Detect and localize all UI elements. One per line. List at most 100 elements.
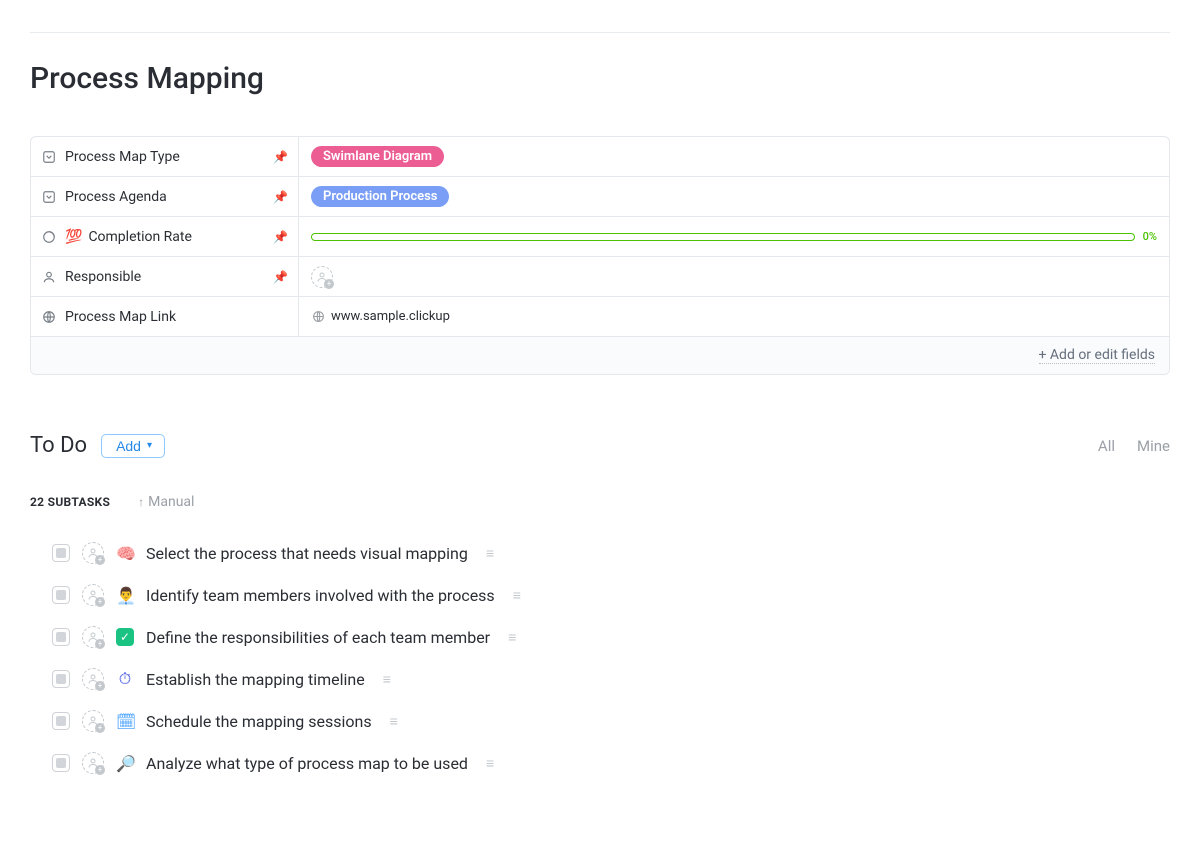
subtask-title[interactable]: Define the responsibilities of each team… bbox=[146, 628, 490, 647]
field-label: Responsible bbox=[65, 269, 141, 285]
checkbox-inner bbox=[56, 632, 66, 642]
subtask-list: + 🧠 Select the process that needs visual m… bbox=[30, 532, 1170, 784]
add-assignee-button[interactable]: + bbox=[82, 626, 104, 648]
task-emoji-icon: 🧠 bbox=[116, 544, 134, 563]
custom-fields-card: Process Map Type 📌 Swimlane Diagram Proc… bbox=[30, 136, 1170, 375]
field-row-completion-rate[interactable]: 💯 Completion Rate 📌 0% bbox=[31, 217, 1169, 257]
checkbox-inner bbox=[56, 758, 66, 768]
subtask-title[interactable]: Schedule the mapping sessions bbox=[146, 712, 372, 731]
add-assignee-button[interactable]: + bbox=[82, 542, 104, 564]
todo-header: To Do Add ▾ All Mine bbox=[30, 433, 1170, 458]
task-emoji-icon: ⏱ bbox=[116, 669, 134, 689]
field-row-process-agenda[interactable]: Process Agenda 📌 Production Process bbox=[31, 177, 1169, 217]
subtask-row[interactable]: + ✓ Define the responsibilities of each te… bbox=[52, 616, 1170, 658]
subtask-row[interactable]: + 👨‍💼 Identify team members involved with … bbox=[52, 574, 1170, 616]
field-label-cell: Responsible 📌 bbox=[31, 257, 299, 296]
add-assignee-button[interactable]: + bbox=[311, 266, 333, 288]
checkbox[interactable] bbox=[52, 628, 70, 646]
tab-mine[interactable]: Mine bbox=[1137, 437, 1170, 455]
tag-process-agenda[interactable]: Production Process bbox=[311, 186, 449, 207]
add-assignee-button[interactable]: + bbox=[82, 584, 104, 606]
add-button[interactable]: Add ▾ bbox=[101, 434, 165, 458]
field-value-cell[interactable]: 0% bbox=[299, 217, 1169, 256]
checkbox[interactable] bbox=[52, 670, 70, 688]
add-assignee-button[interactable]: + bbox=[82, 752, 104, 774]
field-row-responsible[interactable]: Responsible 📌 + bbox=[31, 257, 1169, 297]
drag-handle-icon[interactable]: ≡ bbox=[390, 713, 398, 730]
link-text[interactable]: www.sample.clickup bbox=[331, 309, 450, 324]
add-assignee-button[interactable]: + bbox=[82, 668, 104, 690]
dropdown-icon bbox=[41, 149, 57, 165]
plus-icon: + bbox=[95, 765, 105, 775]
field-label: Process Map Type bbox=[65, 149, 180, 165]
tab-all[interactable]: All bbox=[1098, 437, 1115, 455]
checkbox[interactable] bbox=[52, 712, 70, 730]
task-emoji-icon: 🗓 bbox=[116, 712, 134, 731]
subtasks-count: 22 SUBTASKS bbox=[30, 495, 110, 509]
subtask-title[interactable]: Select the process that needs visual map… bbox=[146, 544, 468, 563]
pin-icon[interactable]: 📌 bbox=[273, 230, 288, 244]
subtask-title[interactable]: Establish the mapping timeline bbox=[146, 670, 365, 689]
field-value-cell[interactable]: Production Process bbox=[299, 177, 1169, 216]
add-edit-fields-link[interactable]: + Add or edit fields bbox=[1039, 347, 1156, 364]
plus-icon: + bbox=[324, 279, 334, 289]
subtask-title[interactable]: Identify team members involved with the … bbox=[146, 586, 495, 605]
plus-icon: + bbox=[95, 681, 105, 691]
page-title: Process Mapping bbox=[30, 61, 1170, 96]
pin-icon[interactable]: 📌 bbox=[273, 190, 288, 204]
dropdown-icon bbox=[41, 189, 57, 205]
field-row-process-map-link[interactable]: Process Map Link www.sample.clickup bbox=[31, 297, 1169, 337]
progress-percent: 0% bbox=[1143, 230, 1157, 243]
subtask-title[interactable]: Analyze what type of process map to be u… bbox=[146, 754, 468, 773]
drag-handle-icon[interactable]: ≡ bbox=[508, 629, 516, 646]
subtask-row[interactable]: + 🗓 Schedule the mapping sessions ≡ bbox=[52, 700, 1170, 742]
tag-process-map-type[interactable]: Swimlane Diagram bbox=[311, 146, 444, 167]
todo-tabs: All Mine bbox=[1098, 437, 1170, 455]
checkbox-inner bbox=[56, 590, 66, 600]
sort-manual[interactable]: ↑ Manual bbox=[138, 494, 194, 510]
progress-bar[interactable] bbox=[311, 233, 1135, 241]
checkbox-inner bbox=[56, 716, 66, 726]
field-value-cell[interactable]: Swimlane Diagram bbox=[299, 137, 1169, 176]
field-value-cell[interactable]: + bbox=[299, 257, 1169, 296]
field-row-process-map-type[interactable]: Process Map Type 📌 Swimlane Diagram bbox=[31, 137, 1169, 177]
field-label: Process Agenda bbox=[65, 189, 167, 205]
add-assignee-button[interactable]: + bbox=[82, 710, 104, 732]
task-emoji-icon: 👨‍💼 bbox=[116, 586, 134, 605]
sort-label: Manual bbox=[148, 494, 194, 510]
add-button-label: Add bbox=[116, 438, 141, 454]
progress-icon bbox=[41, 229, 57, 245]
plus-icon: + bbox=[95, 555, 105, 565]
field-label: Process Map Link bbox=[65, 309, 176, 325]
subtask-row[interactable]: + ⏱ Establish the mapping timeline ≡ bbox=[52, 658, 1170, 700]
progress-bar-wrapper[interactable]: 0% bbox=[311, 230, 1157, 243]
plus-icon: + bbox=[95, 597, 105, 607]
field-value-cell[interactable]: www.sample.clickup bbox=[299, 297, 1169, 336]
todo-title: To Do bbox=[30, 433, 87, 458]
subtask-row[interactable]: + 🧠 Select the process that needs visual m… bbox=[52, 532, 1170, 574]
drag-handle-icon[interactable]: ≡ bbox=[383, 671, 391, 688]
chevron-down-icon: ▾ bbox=[147, 440, 152, 451]
fields-footer: + Add or edit fields bbox=[31, 337, 1169, 374]
field-label-cell: Process Agenda 📌 bbox=[31, 177, 299, 216]
pin-icon[interactable]: 📌 bbox=[273, 270, 288, 284]
person-icon bbox=[41, 269, 57, 285]
checkbox[interactable] bbox=[52, 544, 70, 562]
checkbox-inner bbox=[56, 548, 66, 558]
field-label-cell: Process Map Type 📌 bbox=[31, 137, 299, 176]
hundred-emoji: 💯 bbox=[65, 229, 82, 245]
checkbox[interactable] bbox=[52, 586, 70, 604]
field-label-cell: 💯 Completion Rate 📌 bbox=[31, 217, 299, 256]
drag-handle-icon[interactable]: ≡ bbox=[486, 545, 494, 562]
pin-icon[interactable]: 📌 bbox=[273, 150, 288, 164]
drag-handle-icon[interactable]: ≡ bbox=[486, 755, 494, 772]
checkbox-inner bbox=[56, 674, 66, 684]
drag-handle-icon[interactable]: ≡ bbox=[513, 587, 521, 604]
subtask-row[interactable]: +🔎Analyze what type of process map to be… bbox=[52, 742, 1170, 784]
top-divider bbox=[30, 32, 1170, 33]
arrow-up-icon: ↑ bbox=[138, 495, 144, 509]
subtasks-bar: 22 SUBTASKS ↑ Manual bbox=[30, 494, 1170, 510]
field-label-cell: Process Map Link bbox=[31, 297, 299, 336]
checkbox[interactable] bbox=[52, 754, 70, 772]
task-emoji-icon: ✓ bbox=[116, 628, 134, 646]
